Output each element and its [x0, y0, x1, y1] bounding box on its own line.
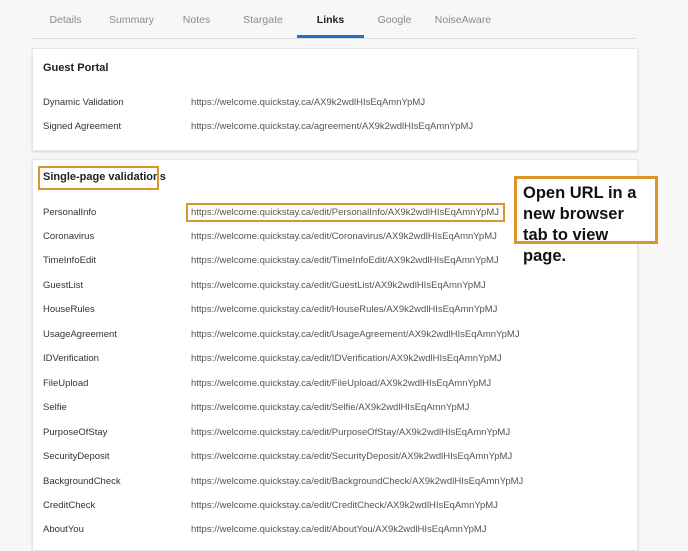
link-url[interactable]: https://welcome.quickstay.ca/edit/IDVeri…	[191, 353, 502, 364]
link-label: Signed Agreement	[43, 121, 122, 132]
tab-bar: Details Summary Notes Stargate Links Goo…	[32, 0, 636, 39]
link-label: GuestList	[43, 280, 84, 291]
link-label: Coronavirus	[43, 231, 95, 242]
guest-portal-card: Guest Portal Dynamic Validation https://…	[32, 48, 638, 151]
link-row: AboutYou https://welcome.quickstay.ca/ed…	[43, 524, 623, 540]
link-row: SecurityDeposit https://welcome.quicksta…	[43, 451, 623, 467]
link-row: Dynamic Validation https://welcome.quick…	[43, 97, 623, 113]
tab-notes[interactable]: Notes	[164, 0, 229, 38]
link-row: PurposeOfStay https://welcome.quickstay.…	[43, 427, 623, 443]
link-label: AboutYou	[43, 524, 84, 535]
link-label: Dynamic Validation	[43, 97, 124, 108]
link-label: Selfie	[43, 402, 67, 413]
tab-stargate[interactable]: Stargate	[229, 0, 297, 38]
link-url[interactable]: https://welcome.quickstay.ca/edit/Credit…	[191, 500, 498, 511]
link-url[interactable]: https://welcome.quickstay.ca/edit/HouseR…	[191, 304, 497, 315]
link-url[interactable]: https://welcome.quickstay.ca/edit/FileUp…	[191, 378, 491, 389]
link-label: FileUpload	[43, 378, 89, 389]
link-url[interactable]: https://welcome.quickstay.ca/edit/AboutY…	[191, 524, 487, 535]
tab-summary[interactable]: Summary	[99, 0, 164, 38]
link-row: CreditCheck https://welcome.quickstay.ca…	[43, 500, 623, 516]
tab-noiseaware[interactable]: NoiseAware	[425, 0, 501, 38]
link-row: BackgroundCheck https://welcome.quicksta…	[43, 476, 623, 492]
title-highlight-box	[38, 166, 159, 190]
link-url[interactable]: https://welcome.quickstay.ca/edit/TimeIn…	[191, 255, 499, 266]
link-url[interactable]: https://welcome.quickstay.ca/edit/Purpos…	[191, 427, 510, 438]
link-url[interactable]: https://welcome.quickstay.ca/edit/GuestL…	[191, 280, 486, 291]
link-row: IDVerification https://welcome.quickstay…	[43, 353, 623, 369]
link-row: Signed Agreement https://welcome.quickst…	[43, 121, 623, 137]
link-url[interactable]: https://welcome.quickstay.ca/edit/Person…	[191, 207, 499, 218]
link-url[interactable]: https://welcome.quickstay.ca/AX9k2wdlHIs…	[191, 97, 425, 108]
link-url[interactable]: https://welcome.quickstay.ca/edit/UsageA…	[191, 329, 520, 340]
link-label: UsageAgreement	[43, 329, 117, 340]
link-label: PurposeOfStay	[43, 427, 108, 438]
guest-portal-title: Guest Portal	[43, 62, 109, 74]
link-row: FileUpload https://welcome.quickstay.ca/…	[43, 378, 623, 394]
annotation-callout: Open URL in a new browser tab to view pa…	[514, 176, 658, 265]
link-url[interactable]: https://welcome.quickstay.ca/edit/Backgr…	[191, 476, 523, 487]
tab-details[interactable]: Details	[32, 0, 99, 38]
link-url[interactable]: https://welcome.quickstay.ca/edit/Selfie…	[191, 402, 469, 413]
tab-links[interactable]: Links	[297, 0, 364, 38]
link-label: HouseRules	[43, 304, 95, 315]
link-row: Selfie https://welcome.quickstay.ca/edit…	[43, 402, 623, 418]
active-tab-indicator	[297, 35, 364, 38]
link-url[interactable]: https://welcome.quickstay.ca/edit/Securi…	[191, 451, 512, 462]
link-label: PersonalInfo	[43, 207, 97, 218]
link-label: BackgroundCheck	[43, 476, 121, 487]
link-url[interactable]: https://welcome.quickstay.ca/agreement/A…	[191, 121, 473, 132]
link-row: GuestList https://welcome.quickstay.ca/e…	[43, 280, 623, 296]
link-row: HouseRules https://welcome.quickstay.ca/…	[43, 304, 623, 320]
link-label: TimeInfoEdit	[43, 255, 96, 266]
link-label: SecurityDeposit	[43, 451, 110, 462]
link-label: CreditCheck	[43, 500, 96, 511]
link-url[interactable]: https://welcome.quickstay.ca/edit/Corona…	[191, 231, 497, 242]
tab-google[interactable]: Google	[364, 0, 425, 38]
link-row: UsageAgreement https://welcome.quickstay…	[43, 329, 623, 345]
link-label: IDVerification	[43, 353, 99, 364]
